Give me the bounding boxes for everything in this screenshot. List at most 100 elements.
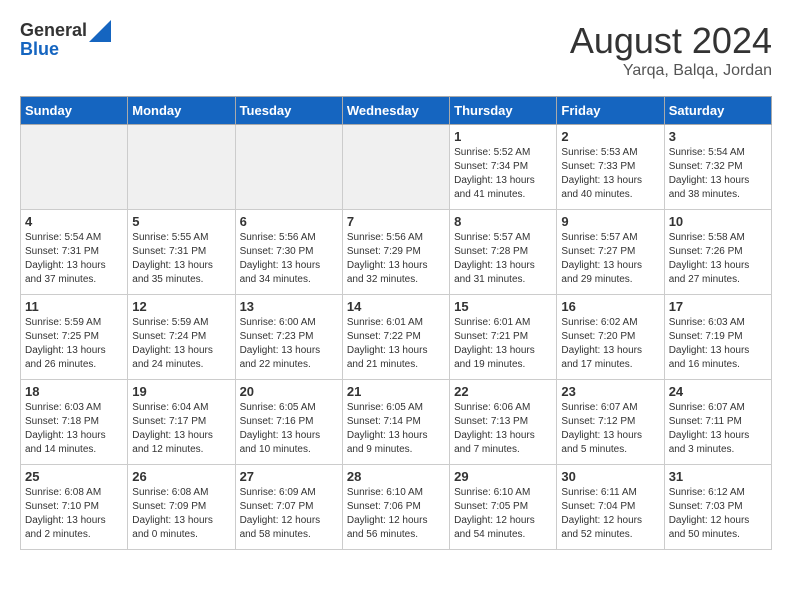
day-number: 26 [132, 469, 230, 484]
calendar-day-cell: 22Sunrise: 6:06 AMSunset: 7:13 PMDayligh… [450, 380, 557, 465]
calendar-day-cell: 12Sunrise: 5:59 AMSunset: 7:24 PMDayligh… [128, 295, 235, 380]
day-number: 16 [561, 299, 659, 314]
day-info: Sunrise: 5:58 AMSunset: 7:26 PMDaylight:… [669, 231, 767, 287]
day-info: Sunrise: 5:57 AMSunset: 7:28 PMDaylight:… [454, 231, 552, 287]
month-title: August 2024 [570, 20, 772, 62]
calendar-day-cell: 23Sunrise: 6:07 AMSunset: 7:12 PMDayligh… [557, 380, 664, 465]
calendar-day-cell: 26 Sunrise: 6:08 AMSunset: 7:09 PMDayligh… [128, 465, 235, 550]
logo: General Blue [20, 20, 111, 60]
day-number: 17 [669, 299, 767, 314]
logo-icon [89, 20, 111, 42]
calendar-week-row: 18Sunrise: 6:03 AMSunset: 7:18 PMDayligh… [21, 380, 772, 465]
day-info: Sunrise: 5:52 AMSunset: 7:34 PMDaylight:… [454, 146, 552, 202]
day-number: 29 [454, 469, 552, 484]
title-area: August 2024 Yarqa, Balqa, Jordan [570, 20, 772, 80]
calendar-day-cell: 1 Sunrise: 5:52 AMSunset: 7:34 PMDaylight… [450, 125, 557, 210]
calendar-body: 1 Sunrise: 5:52 AMSunset: 7:34 PMDaylight… [21, 125, 772, 550]
day-number: 19 [132, 384, 230, 399]
day-info: Sunrise: 6:01 AMSunset: 7:21 PMDaylight:… [454, 316, 552, 372]
calendar-day-cell: 21Sunrise: 6:05 AMSunset: 7:14 PMDayligh… [342, 380, 449, 465]
weekday-header: Thursday [450, 97, 557, 125]
day-info: Sunrise: 6:05 AMSunset: 7:14 PMDaylight:… [347, 401, 445, 457]
day-number: 28 [347, 469, 445, 484]
weekday-header: Saturday [664, 97, 771, 125]
day-info: Sunrise: 6:01 AMSunset: 7:22 PMDaylight:… [347, 316, 445, 372]
calendar-day-cell: 17 Sunrise: 6:03 AMSunset: 7:19 PMDayligh… [664, 295, 771, 380]
calendar-table: SundayMondayTuesdayWednesdayThursdayFrid… [20, 96, 772, 550]
logo-general: General [20, 21, 87, 41]
day-info: Sunrise: 6:09 AMSunset: 7:07 PMDaylight:… [240, 486, 338, 542]
day-number: 30 [561, 469, 659, 484]
calendar-day-cell: 28 Sunrise: 6:10 AMSunset: 7:06 PMDayligh… [342, 465, 449, 550]
location-title: Yarqa, Balqa, Jordan [570, 62, 772, 80]
day-info: Sunrise: 6:08 AMSunset: 7:10 PMDaylight:… [25, 486, 123, 542]
day-number: 2 [561, 129, 659, 144]
day-info: Sunrise: 6:03 AMSunset: 7:19 PMDaylight:… [669, 316, 767, 372]
day-number: 10 [669, 214, 767, 229]
day-number: 5 [132, 214, 230, 229]
day-info: Sunrise: 6:04 AMSunset: 7:17 PMDaylight:… [132, 401, 230, 457]
calendar-day-cell: 14Sunrise: 6:01 AMSunset: 7:22 PMDayligh… [342, 295, 449, 380]
calendar-day-cell [342, 125, 449, 210]
calendar-day-cell: 9 Sunrise: 5:57 AMSunset: 7:27 PMDaylight… [557, 210, 664, 295]
calendar-day-cell: 15 Sunrise: 6:01 AMSunset: 7:21 PMDayligh… [450, 295, 557, 380]
day-number: 3 [669, 129, 767, 144]
day-number: 4 [25, 214, 123, 229]
calendar-day-cell [21, 125, 128, 210]
calendar-day-cell: 31Sunrise: 6:12 AMSunset: 7:03 PMDayligh… [664, 465, 771, 550]
day-number: 11 [25, 299, 123, 314]
day-number: 7 [347, 214, 445, 229]
calendar-day-cell: 20Sunrise: 6:05 AMSunset: 7:16 PMDayligh… [235, 380, 342, 465]
day-info: Sunrise: 5:57 AMSunset: 7:27 PMDaylight:… [561, 231, 659, 287]
day-number: 25 [25, 469, 123, 484]
day-info: Sunrise: 5:54 AMSunset: 7:32 PMDaylight:… [669, 146, 767, 202]
day-number: 18 [25, 384, 123, 399]
calendar-day-cell: 27 Sunrise: 6:09 AMSunset: 7:07 PMDayligh… [235, 465, 342, 550]
day-number: 24 [669, 384, 767, 399]
calendar-day-cell: 5 Sunrise: 5:55 AMSunset: 7:31 PMDaylight… [128, 210, 235, 295]
calendar-day-cell: 16 Sunrise: 6:02 AMSunset: 7:20 PMDayligh… [557, 295, 664, 380]
calendar-day-cell: 25 Sunrise: 6:08 AMSunset: 7:10 PMDayligh… [21, 465, 128, 550]
day-info: Sunrise: 6:07 AMSunset: 7:12 PMDaylight:… [561, 401, 659, 457]
day-info: Sunrise: 6:11 AMSunset: 7:04 PMDaylight:… [561, 486, 659, 542]
day-info: Sunrise: 6:10 AMSunset: 7:06 PMDaylight:… [347, 486, 445, 542]
calendar-day-cell: 10 Sunrise: 5:58 AMSunset: 7:26 PMDayligh… [664, 210, 771, 295]
calendar-day-cell: 24 Sunrise: 6:07 AMSunset: 7:11 PMDayligh… [664, 380, 771, 465]
calendar-day-cell: 8Sunrise: 5:57 AMSunset: 7:28 PMDaylight… [450, 210, 557, 295]
day-info: Sunrise: 6:05 AMSunset: 7:16 PMDaylight:… [240, 401, 338, 457]
calendar-week-row: 11 Sunrise: 5:59 AMSunset: 7:25 PMDayligh… [21, 295, 772, 380]
day-info: Sunrise: 6:08 AMSunset: 7:09 PMDaylight:… [132, 486, 230, 542]
day-info: Sunrise: 6:10 AMSunset: 7:05 PMDaylight:… [454, 486, 552, 542]
calendar-day-cell: 11 Sunrise: 5:59 AMSunset: 7:25 PMDayligh… [21, 295, 128, 380]
calendar-day-cell: 29 Sunrise: 6:10 AMSunset: 7:05 PMDayligh… [450, 465, 557, 550]
weekday-header: Monday [128, 97, 235, 125]
logo-blue: Blue [20, 40, 111, 60]
day-number: 13 [240, 299, 338, 314]
calendar-day-cell [235, 125, 342, 210]
calendar-week-row: 4 Sunrise: 5:54 AMSunset: 7:31 PMDaylight… [21, 210, 772, 295]
day-info: Sunrise: 5:55 AMSunset: 7:31 PMDaylight:… [132, 231, 230, 287]
day-info: Sunrise: 5:54 AMSunset: 7:31 PMDaylight:… [25, 231, 123, 287]
page-header: General Blue August 2024 Yarqa, Balqa, J… [20, 20, 772, 80]
day-number: 15 [454, 299, 552, 314]
day-number: 22 [454, 384, 552, 399]
day-info: Sunrise: 5:59 AMSunset: 7:25 PMDaylight:… [25, 316, 123, 372]
day-number: 27 [240, 469, 338, 484]
weekday-header: Friday [557, 97, 664, 125]
day-info: Sunrise: 6:07 AMSunset: 7:11 PMDaylight:… [669, 401, 767, 457]
day-number: 9 [561, 214, 659, 229]
calendar-day-cell: 19 Sunrise: 6:04 AMSunset: 7:17 PMDayligh… [128, 380, 235, 465]
calendar-day-cell: 6Sunrise: 5:56 AMSunset: 7:30 PMDaylight… [235, 210, 342, 295]
day-info: Sunrise: 6:02 AMSunset: 7:20 PMDaylight:… [561, 316, 659, 372]
calendar-week-row: 25 Sunrise: 6:08 AMSunset: 7:10 PMDayligh… [21, 465, 772, 550]
calendar-day-cell: 30 Sunrise: 6:11 AMSunset: 7:04 PMDayligh… [557, 465, 664, 550]
calendar-day-cell: 3 Sunrise: 5:54 AMSunset: 7:32 PMDaylight… [664, 125, 771, 210]
calendar-week-row: 1 Sunrise: 5:52 AMSunset: 7:34 PMDaylight… [21, 125, 772, 210]
day-number: 6 [240, 214, 338, 229]
weekday-header: Wednesday [342, 97, 449, 125]
calendar-day-cell: 7Sunrise: 5:56 AMSunset: 7:29 PMDaylight… [342, 210, 449, 295]
calendar-day-cell [128, 125, 235, 210]
calendar-day-cell: 2Sunrise: 5:53 AMSunset: 7:33 PMDaylight… [557, 125, 664, 210]
day-number: 1 [454, 129, 552, 144]
calendar-day-cell: 18Sunrise: 6:03 AMSunset: 7:18 PMDayligh… [21, 380, 128, 465]
